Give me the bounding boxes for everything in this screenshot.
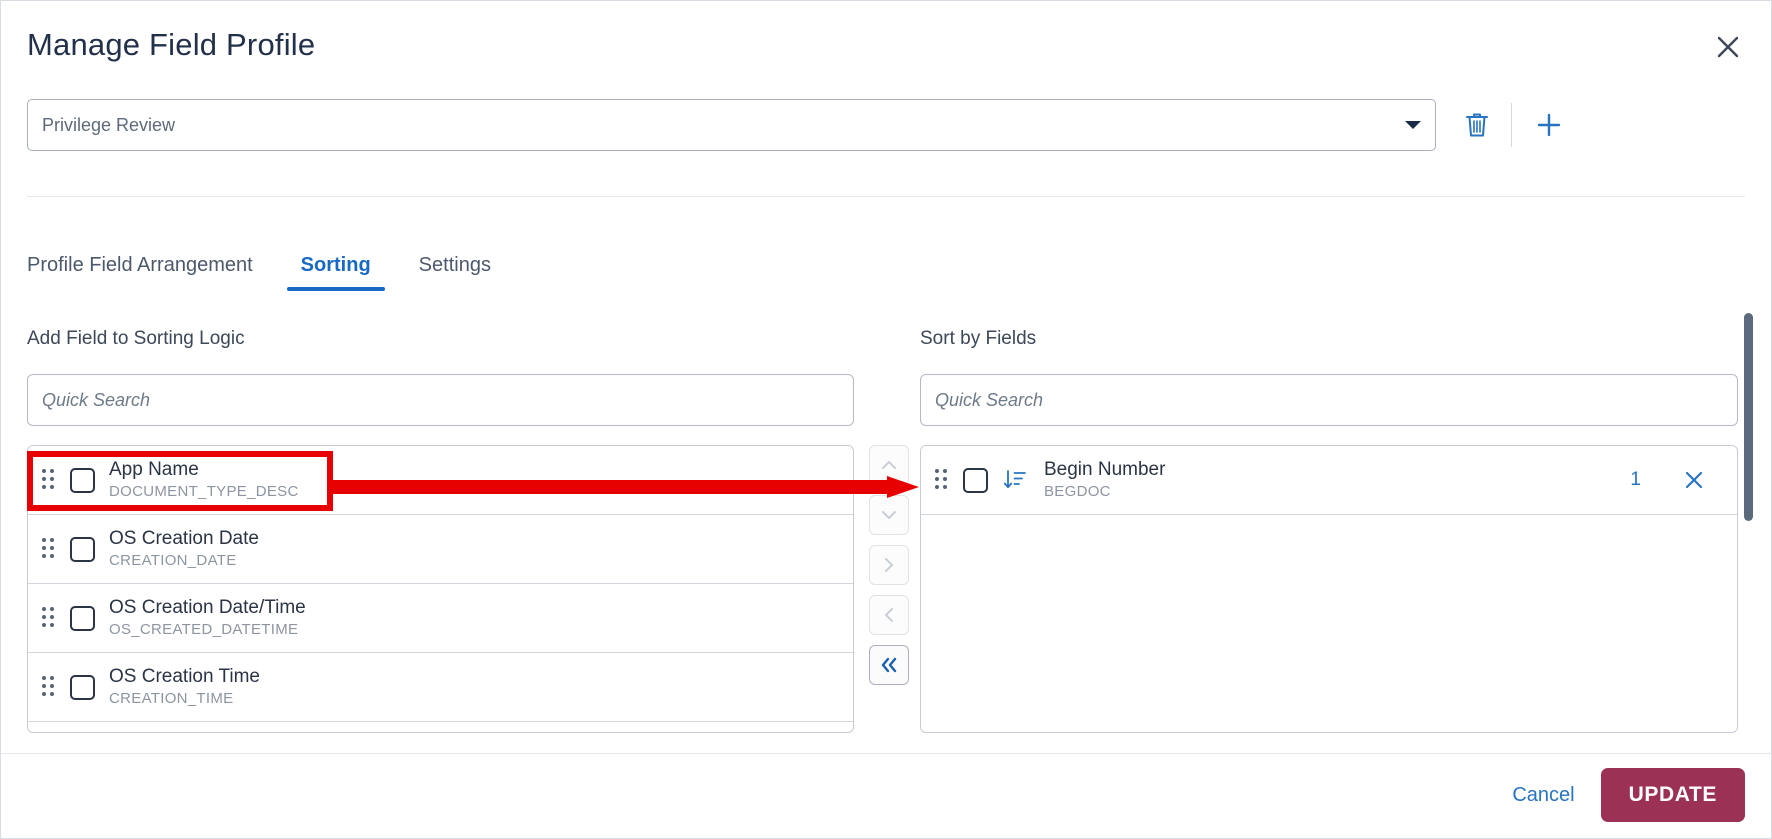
drag-handle-icon[interactable] <box>42 538 58 560</box>
field-text: Begin Number BEGDOC <box>1044 458 1165 501</box>
list-item[interactable]: OS Creation Time CREATION_TIME <box>28 653 853 722</box>
toolbar-divider <box>1511 103 1512 147</box>
chevron-down-icon <box>1405 121 1421 129</box>
sort-ascending-icon[interactable] <box>1002 467 1028 493</box>
tab-label: Profile Field Arrangement <box>27 254 253 276</box>
field-name: App Name <box>109 459 199 481</box>
drag-handle-icon[interactable] <box>42 469 58 491</box>
field-code: BEGDOC <box>1044 483 1111 501</box>
field-name: OS Creation Time <box>109 666 260 688</box>
delete-profile-button[interactable] <box>1455 103 1499 147</box>
chevron-left-icon <box>885 608 893 622</box>
move-up-button[interactable] <box>869 445 909 485</box>
field-text: OS Creation Date CREATION_DATE <box>109 527 259 570</box>
field-checkbox[interactable] <box>70 674 95 700</box>
field-name: OS Creation Date/Time <box>109 597 306 619</box>
move-left-button[interactable] <box>869 595 909 635</box>
move-all-left-button[interactable] <box>869 645 909 685</box>
field-code: CREATION_DATE <box>109 552 237 570</box>
plus-icon <box>1537 113 1561 137</box>
available-fields-list: App Name DOCUMENT_TYPE_DESC OS Creation … <box>27 445 854 733</box>
list-item[interactable]: OS Creation Date/Time OS_CREATED_DATETIM… <box>28 584 853 653</box>
add-profile-button[interactable] <box>1527 103 1571 147</box>
manage-field-profile-dialog: Manage Field Profile Privilege Review Pr… <box>0 0 1772 839</box>
chevron-up-icon <box>882 461 896 469</box>
sort-order-number: 1 <box>1630 469 1641 490</box>
field-checkbox[interactable] <box>963 467 988 493</box>
field-name: OS Creation Date <box>109 528 259 550</box>
profile-select-value: Privilege Review <box>42 114 176 135</box>
chevron-down-icon <box>882 511 896 519</box>
drag-handle-icon[interactable] <box>42 676 58 698</box>
list-item[interactable]: OS Creation Date CREATION_DATE <box>28 515 853 584</box>
chevron-right-icon <box>885 558 893 572</box>
search-input[interactable] <box>42 389 839 411</box>
left-quick-search[interactable] <box>27 374 854 426</box>
trash-icon <box>1466 113 1488 137</box>
search-input[interactable] <box>935 389 1723 411</box>
field-text: OS Creation Date/Time OS_CREATED_DATETIM… <box>109 596 306 639</box>
field-code: CREATION_TIME <box>109 690 234 708</box>
field-text: App Name DOCUMENT_TYPE_DESC <box>109 458 299 501</box>
close-icon[interactable] <box>1711 30 1745 64</box>
tab-settings[interactable]: Settings <box>395 254 515 291</box>
tab-label: Settings <box>418 254 491 276</box>
tab-sorting[interactable]: Sorting <box>277 254 395 291</box>
right-quick-search[interactable] <box>920 374 1738 426</box>
field-checkbox[interactable] <box>70 467 95 493</box>
drag-handle-icon[interactable] <box>42 607 58 629</box>
tab-profile-field-arrangement[interactable]: Profile Field Arrangement <box>27 254 277 291</box>
move-down-button[interactable] <box>869 495 909 535</box>
sort-by-fields-list: Begin Number BEGDOC 1 <box>920 445 1738 733</box>
chevron-double-left-icon <box>881 657 897 673</box>
move-right-button[interactable] <box>869 545 909 585</box>
field-text: OS Creation Time CREATION_TIME <box>109 665 260 708</box>
drag-handle-icon[interactable] <box>935 469 951 491</box>
list-item[interactable]: App Name DOCUMENT_TYPE_DESC <box>28 446 853 515</box>
field-code: DOCUMENT_TYPE_DESC <box>109 483 299 501</box>
field-checkbox[interactable] <box>70 536 95 562</box>
tab-label: Sorting <box>300 254 371 276</box>
dialog-footer: Cancel UPDATE <box>1 752 1771 838</box>
profile-select[interactable]: Privilege Review <box>27 99 1436 151</box>
left-panel-label: Add Field to Sorting Logic <box>27 328 245 349</box>
update-button[interactable]: UPDATE <box>1600 768 1745 822</box>
field-checkbox[interactable] <box>70 605 95 631</box>
content-scrollbar[interactable] <box>1744 313 1753 733</box>
header-divider <box>27 196 1745 197</box>
field-name: Begin Number <box>1044 459 1166 481</box>
list-item[interactable]: Begin Number BEGDOC 1 <box>921 446 1737 515</box>
profile-selector-row: Privilege Review <box>27 99 1745 151</box>
scrollbar-thumb[interactable] <box>1744 313 1753 521</box>
right-panel-label: Sort by Fields <box>920 328 1037 349</box>
field-code: OS_CREATED_DATETIME <box>109 621 299 639</box>
tab-bar: Profile Field Arrangement Sorting Settin… <box>27 254 515 291</box>
dialog-header: Manage Field Profile <box>1 1 1771 87</box>
transfer-button-column <box>869 445 909 685</box>
cancel-button[interactable]: Cancel <box>1512 784 1574 807</box>
remove-sort-field-icon[interactable] <box>1681 467 1707 493</box>
page-title: Manage Field Profile <box>27 27 316 62</box>
